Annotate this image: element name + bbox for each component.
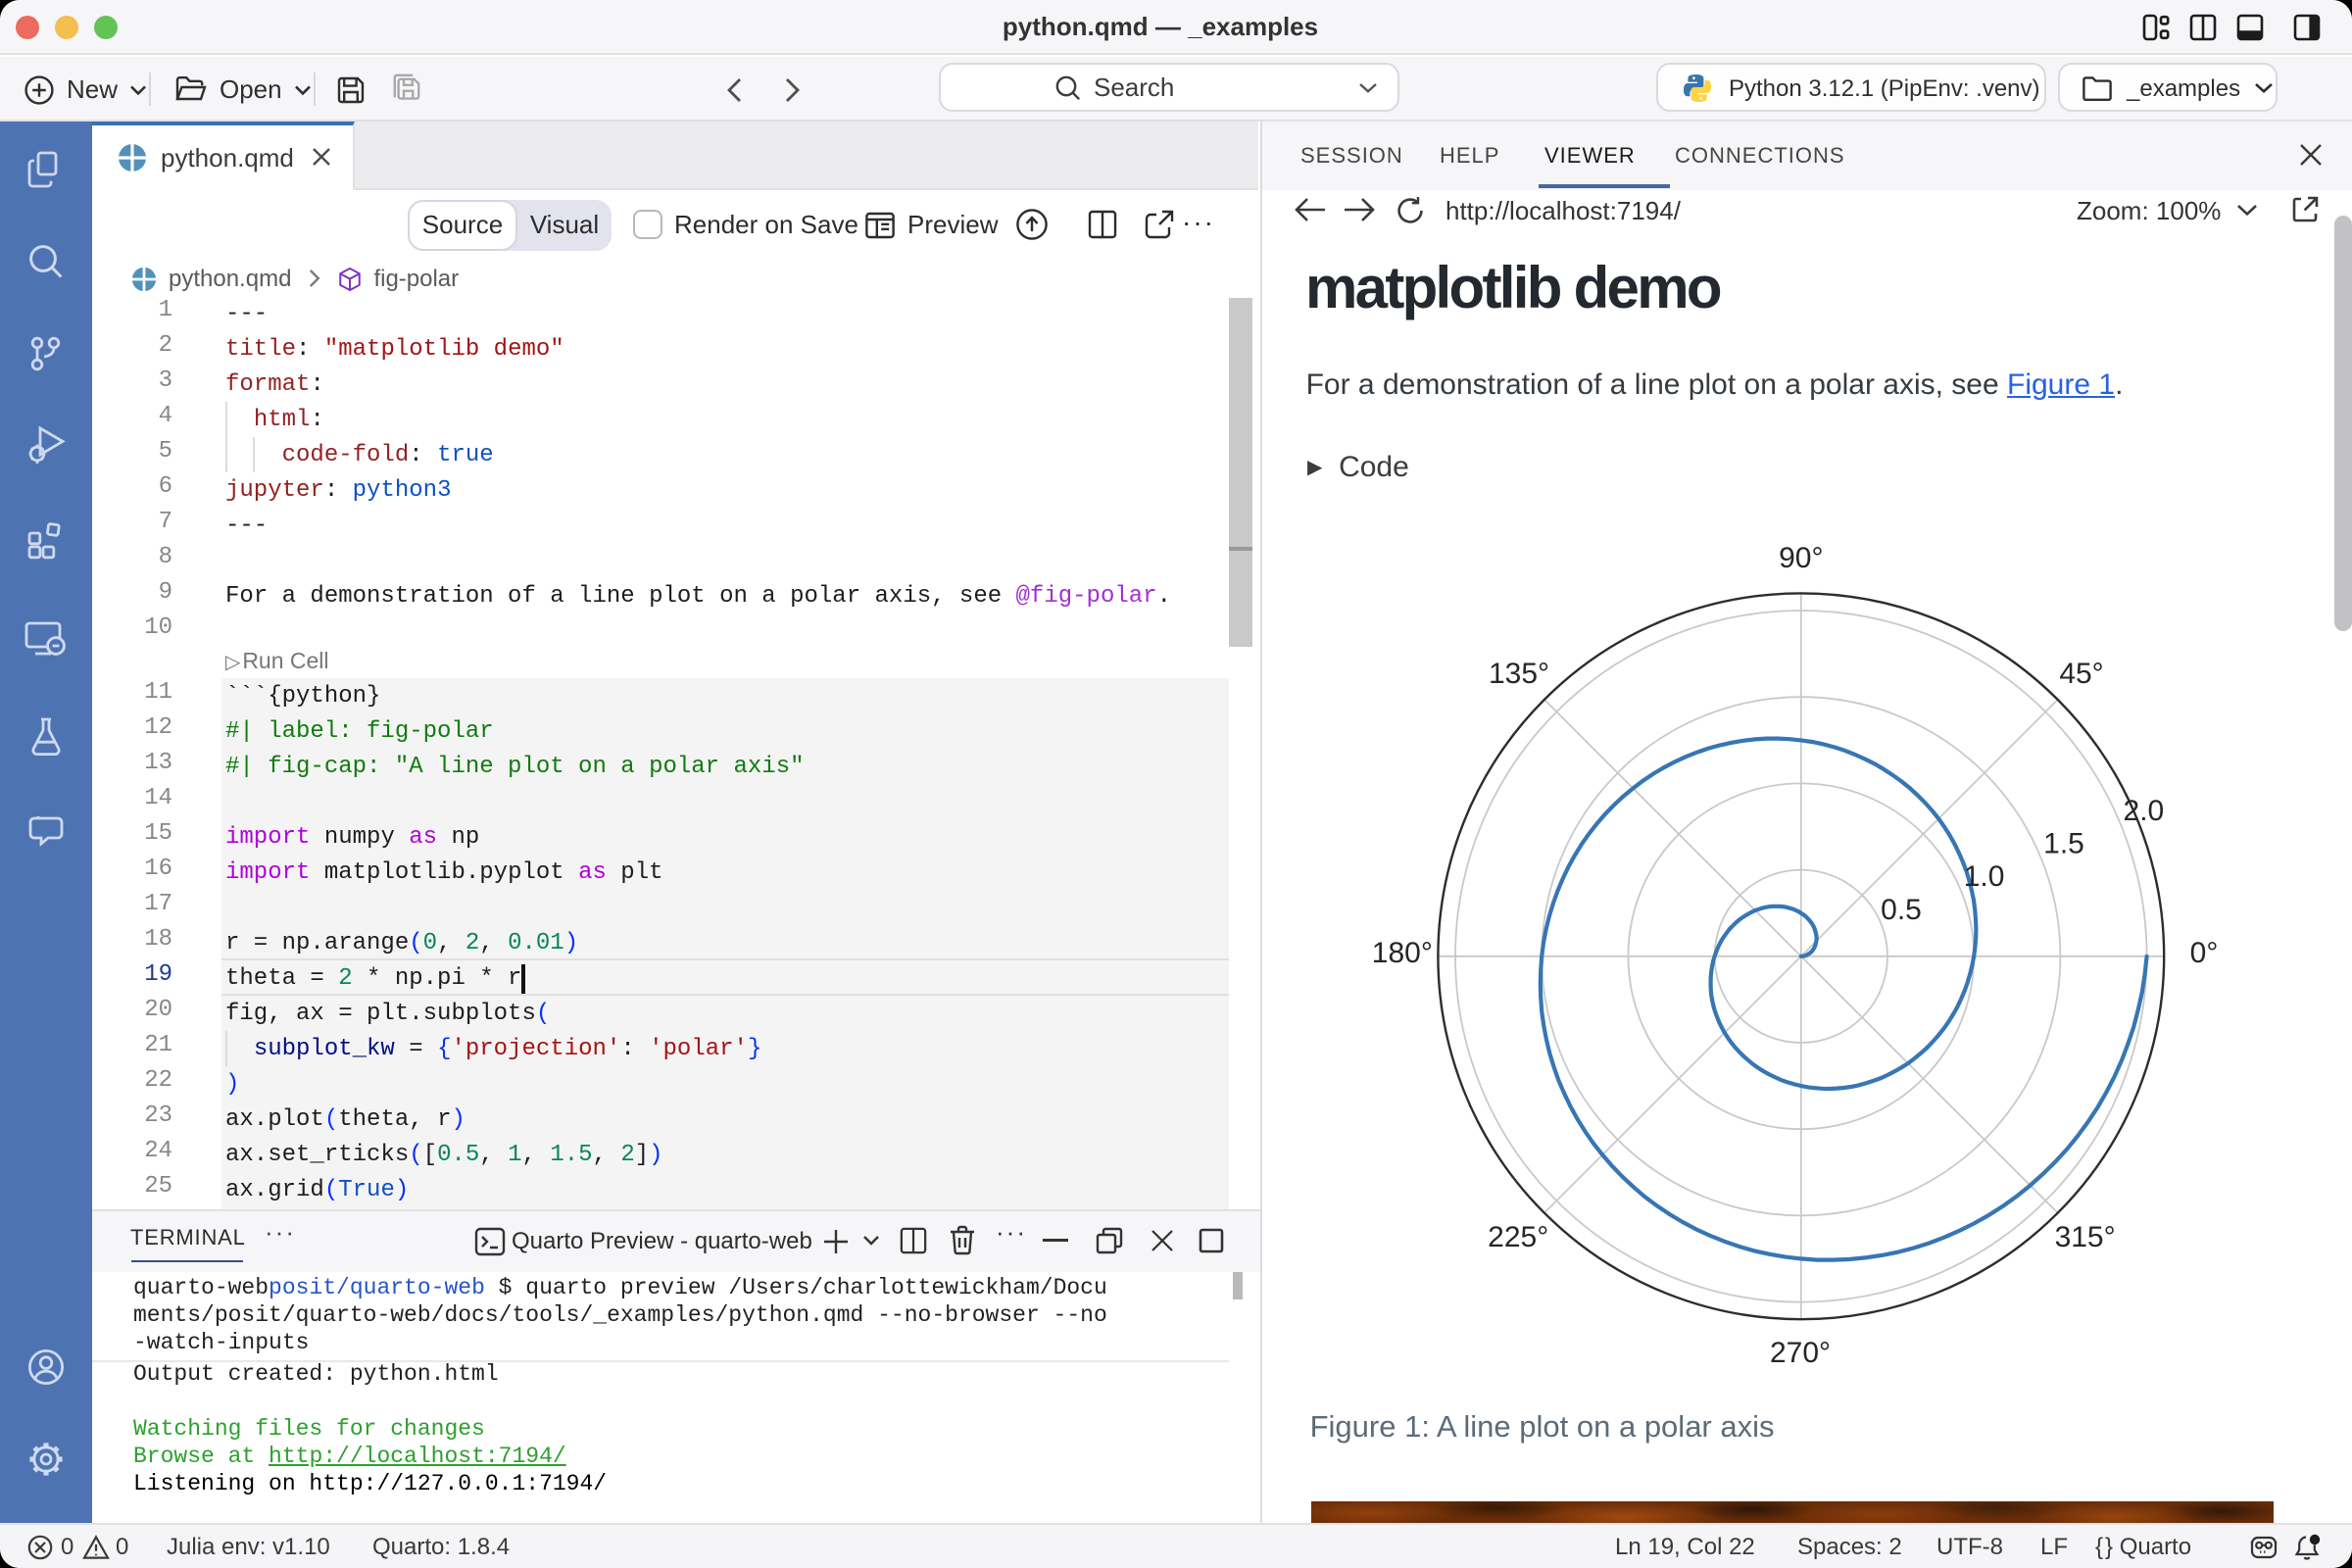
svg-text:1.0: 1.0 [1964,860,2005,893]
svg-text:0°: 0° [2190,937,2219,969]
svg-text:225°: 225° [1488,1221,1548,1253]
svg-text:0.5: 0.5 [1881,894,1922,926]
svg-text:180°: 180° [1372,937,1433,969]
svg-text:2.0: 2.0 [2124,795,2165,827]
svg-text:90°: 90° [1779,542,1823,574]
svg-text:45°: 45° [2059,658,2103,690]
svg-text:315°: 315° [2055,1221,2116,1253]
svg-text:1.5: 1.5 [2043,828,2084,860]
svg-text:135°: 135° [1489,658,1549,690]
svg-text:270°: 270° [1770,1337,1831,1369]
